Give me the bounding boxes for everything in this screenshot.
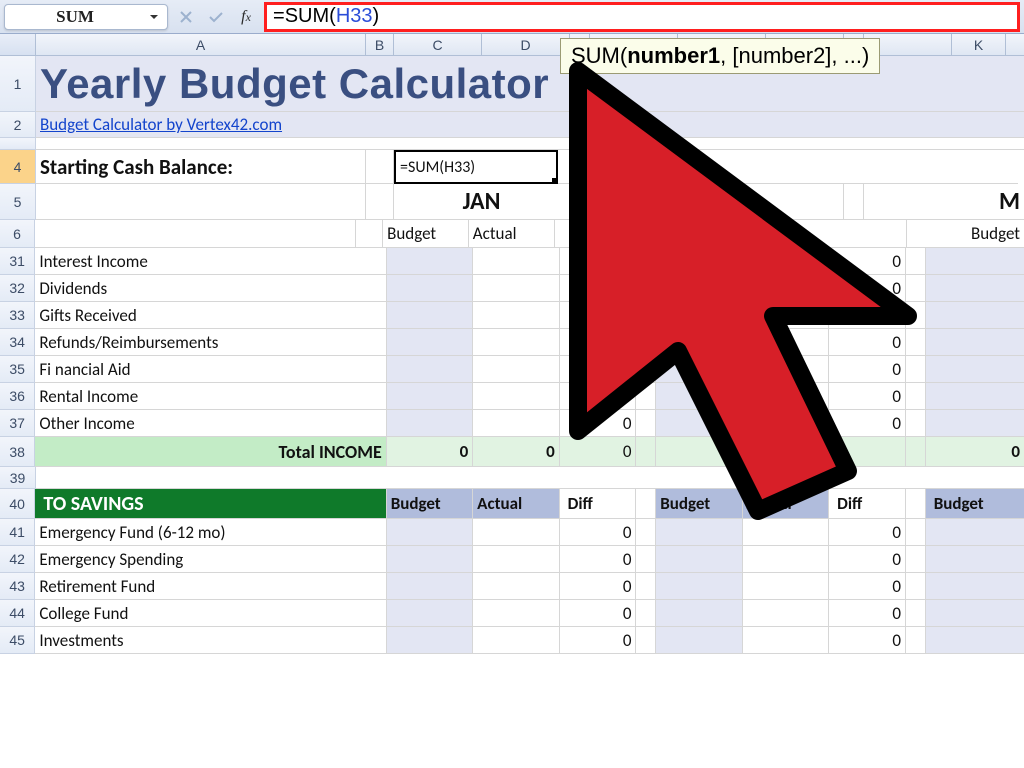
formula-bar: fx =SUM(H33) <box>0 0 1024 34</box>
active-cell-editing[interactable]: =SUM(H33) <box>394 150 558 184</box>
row-header-44[interactable]: 44 <box>0 600 35 627</box>
sav-hdr-actual-1: Actual <box>473 489 559 519</box>
insert-function-icon[interactable]: fx <box>234 6 258 28</box>
row-header-32[interactable]: 32 <box>0 275 35 302</box>
cell[interactable] <box>473 356 560 383</box>
total-income-label: Total INCOME <box>35 437 386 467</box>
name-box[interactable] <box>5 5 145 29</box>
to-savings-header: TO SAVINGS <box>35 489 386 519</box>
name-box-container <box>4 4 168 30</box>
colhdr-budget-1: Budget <box>383 220 469 248</box>
col-C[interactable]: C <box>394 34 482 55</box>
cell[interactable] <box>387 383 474 410</box>
name-box-dropdown[interactable] <box>145 8 163 26</box>
cell[interactable] <box>387 275 474 302</box>
income-label[interactable]: Rental Income <box>35 383 386 410</box>
formula-fn: SUM <box>285 5 329 27</box>
cell[interactable] <box>473 248 560 275</box>
row-header-36[interactable]: 36 <box>0 383 35 410</box>
row-header-43[interactable]: 43 <box>0 573 35 600</box>
row-header-2[interactable]: 2 <box>0 112 36 138</box>
cell[interactable] <box>387 356 474 383</box>
cell[interactable] <box>387 248 474 275</box>
row-header-33[interactable]: 33 <box>0 302 35 329</box>
cell[interactable] <box>387 302 474 329</box>
savings-label[interactable]: Retirement Fund <box>35 573 386 600</box>
income-label[interactable]: Gifts Received <box>35 302 386 329</box>
cell[interactable] <box>473 329 560 356</box>
income-label[interactable]: Other Income <box>35 410 386 437</box>
cancel-formula-icon[interactable] <box>174 6 198 28</box>
large-cursor-icon <box>558 61 988 541</box>
cell[interactable] <box>473 410 560 437</box>
select-all-corner[interactable] <box>0 34 36 55</box>
row-header-38[interactable]: 38 <box>0 437 35 467</box>
formula-ref: H33 <box>336 5 373 27</box>
formula-close: ) <box>373 5 380 27</box>
cell[interactable] <box>473 302 560 329</box>
row-header-6[interactable]: 6 <box>0 220 35 248</box>
cell[interactable] <box>387 410 474 437</box>
row-header-5[interactable]: 5 <box>0 184 36 220</box>
savings-label[interactable]: Investments <box>35 627 386 654</box>
row-header-45[interactable]: 45 <box>0 627 35 654</box>
subtitle-link[interactable]: Budget Calculator by Vertex42.com <box>40 114 282 135</box>
cell[interactable] <box>473 383 560 410</box>
row-header-35[interactable]: 35 <box>0 356 35 383</box>
month-jan: JAN <box>394 184 570 220</box>
col-A[interactable]: A <box>36 34 366 55</box>
col-B[interactable]: B <box>366 34 394 55</box>
savings-label[interactable]: College Fund <box>35 600 386 627</box>
formula-eq: = <box>273 5 285 27</box>
col-D[interactable]: D <box>482 34 570 55</box>
col-K[interactable]: K <box>952 34 1006 55</box>
total-c: 0 <box>387 437 474 467</box>
colhdr-actual-1: Actual <box>469 220 555 248</box>
income-label[interactable]: Refunds/Reimbursements <box>35 329 386 356</box>
income-label[interactable]: Fi nancial Aid <box>35 356 386 383</box>
sav-hdr-budget-1: Budget <box>387 489 473 519</box>
cell[interactable] <box>387 329 474 356</box>
row-header-37[interactable]: 37 <box>0 410 35 437</box>
starting-balance-label: Starting Cash Balance: <box>36 150 366 184</box>
row-header-1[interactable]: 1 <box>0 56 36 112</box>
formula-input[interactable]: =SUM(H33) <box>264 2 1020 32</box>
row-header-39[interactable]: 39 <box>0 467 36 489</box>
row-header-41[interactable]: 41 <box>0 519 35 546</box>
row-header-34[interactable]: 34 <box>0 329 35 356</box>
total-d: 0 <box>473 437 560 467</box>
cell[interactable] <box>473 275 560 302</box>
savings-label[interactable]: Emergency Spending <box>35 546 386 573</box>
income-label[interactable]: Dividends <box>35 275 386 302</box>
row-header-40[interactable]: 40 <box>0 489 35 519</box>
row-header-4[interactable]: 4 <box>0 150 36 184</box>
row-header-31[interactable]: 31 <box>0 248 35 275</box>
enter-formula-icon[interactable] <box>204 6 228 28</box>
formula-open: ( <box>329 5 336 27</box>
row-header-42[interactable]: 42 <box>0 546 35 573</box>
income-label[interactable]: Interest Income <box>35 248 386 275</box>
row-header-blank[interactable] <box>0 138 36 150</box>
savings-label[interactable]: Emergency Fund (6-12 mo) <box>35 519 386 546</box>
